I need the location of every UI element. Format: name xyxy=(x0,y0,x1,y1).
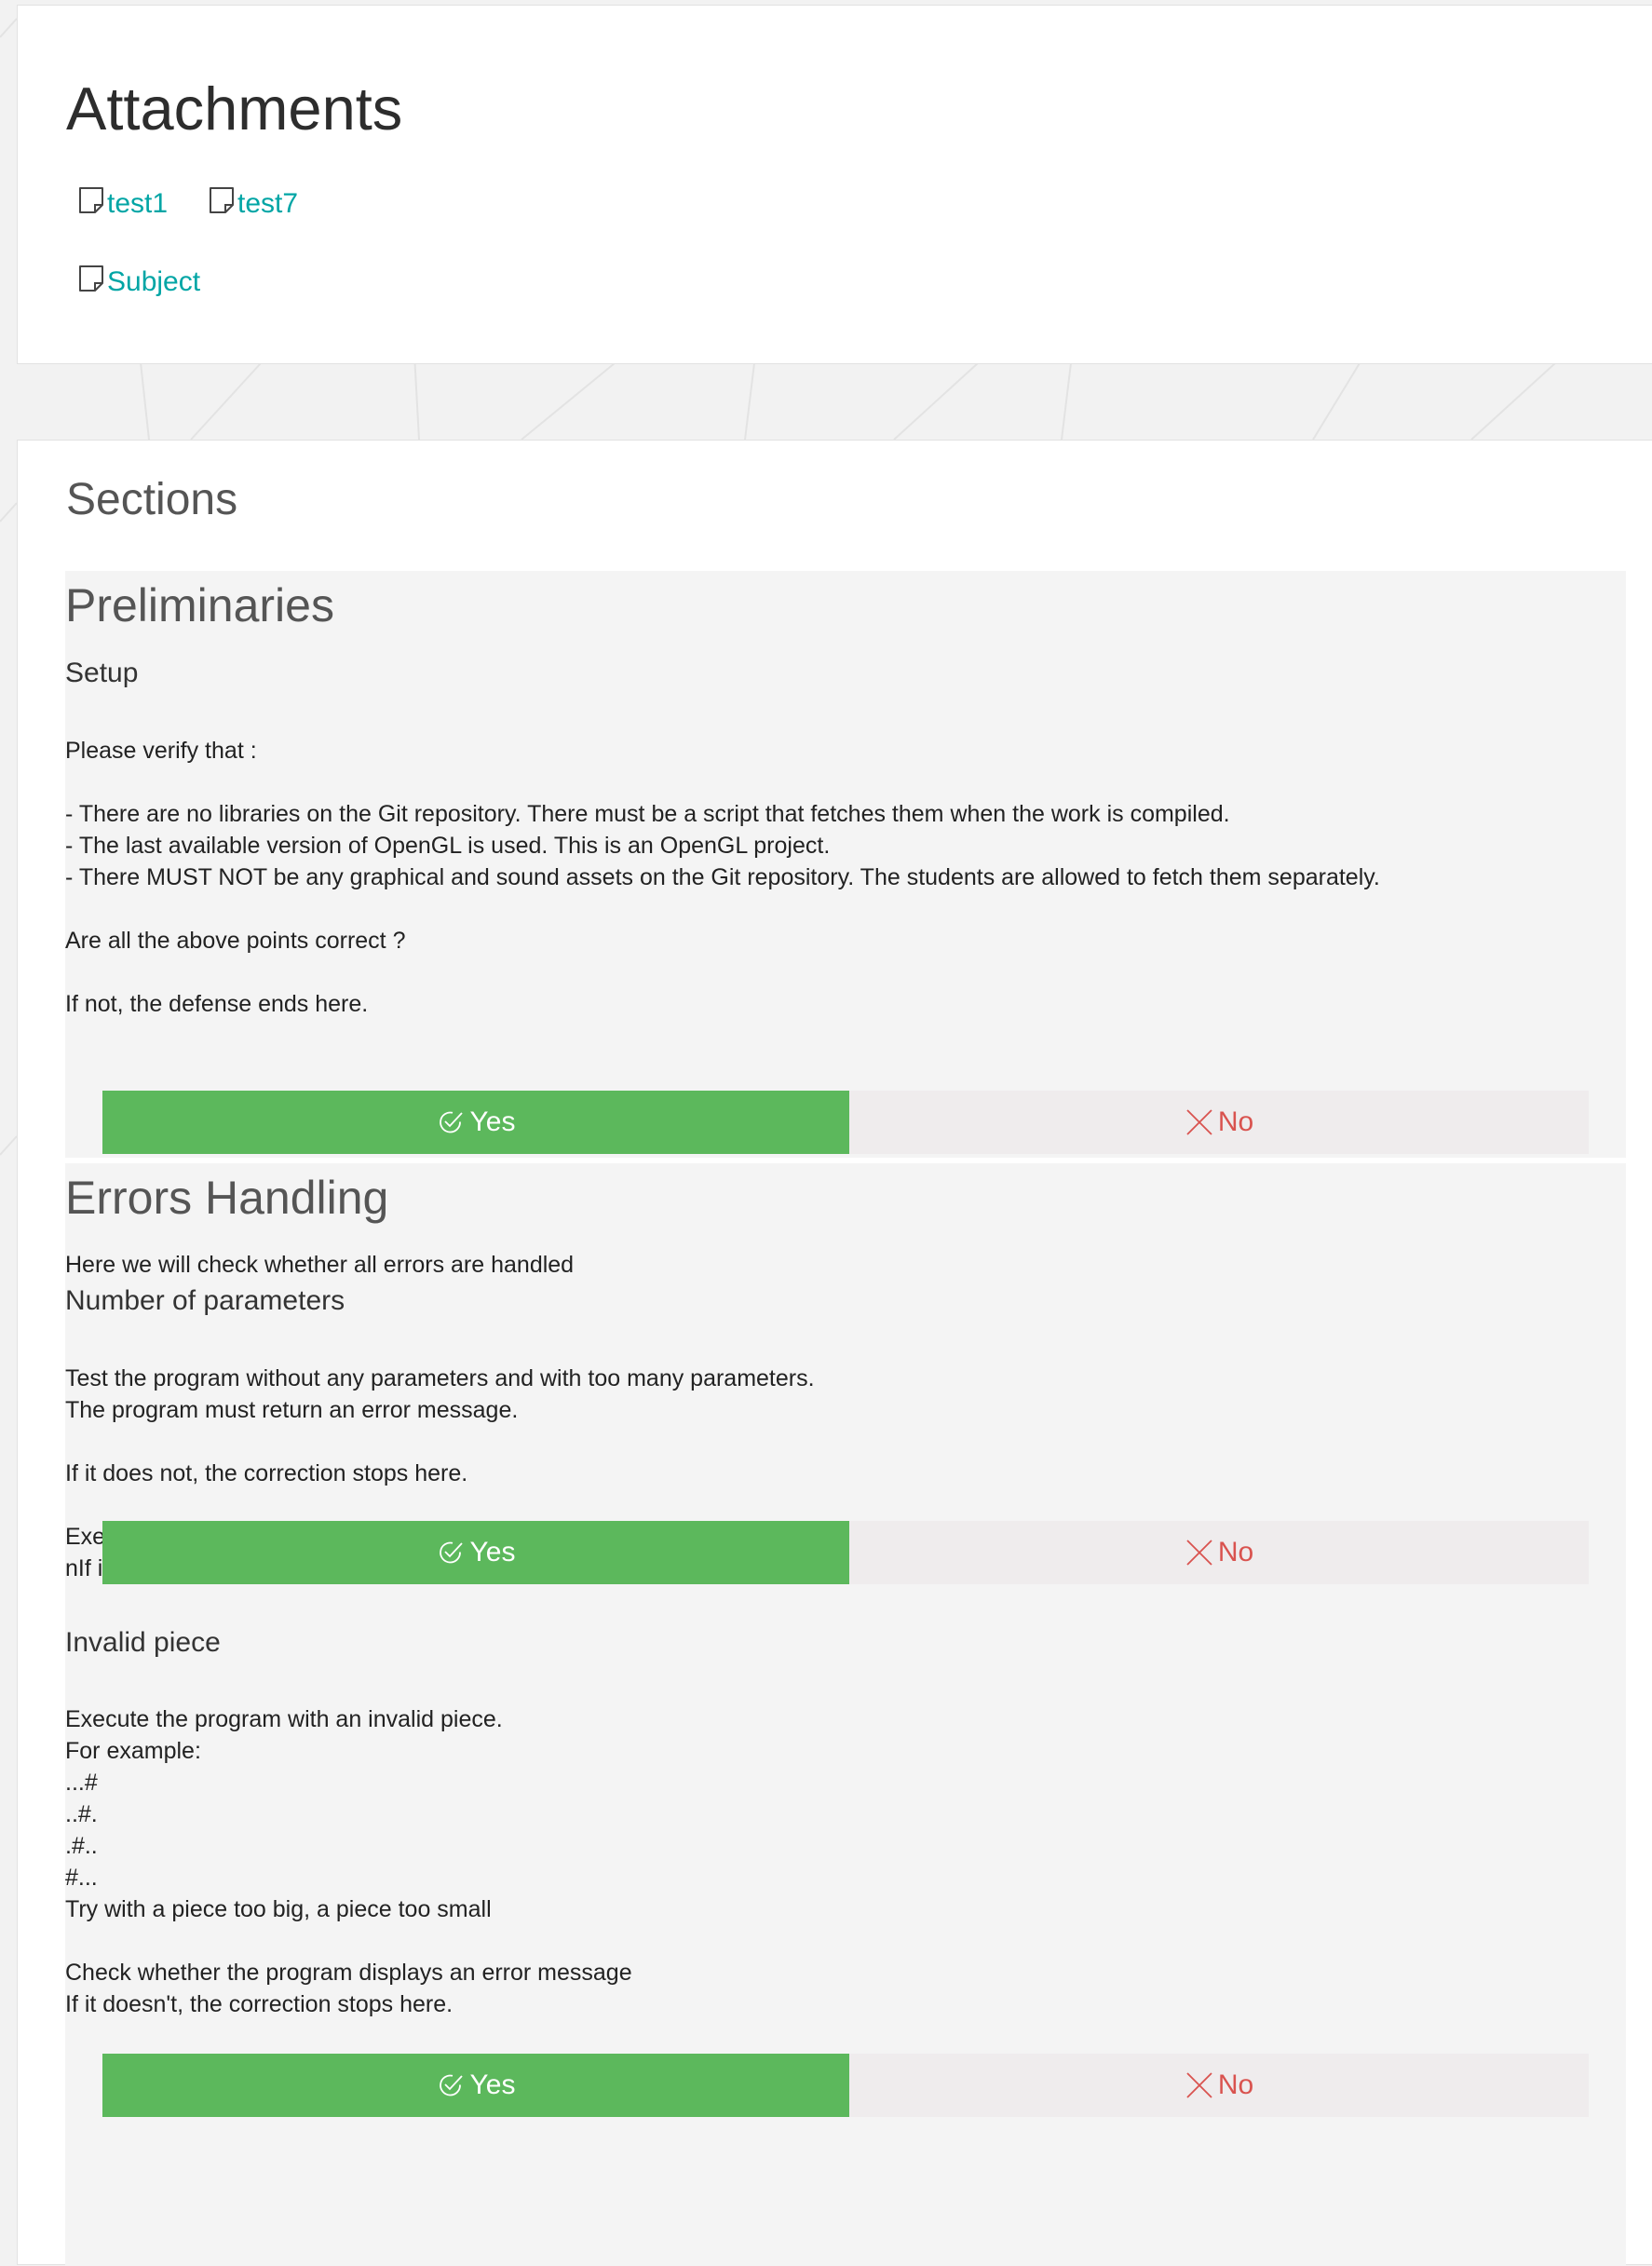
question-description: Execute the program with an invalid piec… xyxy=(65,1706,632,2017)
answer-buttons: Yes No xyxy=(102,1091,1589,1154)
question-title: Invalid piece xyxy=(65,1627,221,1658)
yes-label: Yes xyxy=(469,1106,516,1137)
yes-button[interactable]: Yes xyxy=(102,1521,849,1584)
section-preliminaries: Preliminaries Setup Please verify that :… xyxy=(65,571,1626,1158)
x-icon xyxy=(1186,2072,1212,2098)
no-button[interactable]: No xyxy=(849,1521,1589,1584)
no-button[interactable]: No xyxy=(849,2054,1589,2117)
document-icon xyxy=(79,187,103,213)
document-icon xyxy=(79,265,103,292)
attachments-title: Attachments xyxy=(66,75,403,142)
x-icon xyxy=(1186,1540,1212,1566)
attachment-link-subject[interactable]: Subject xyxy=(78,265,201,298)
yes-label: Yes xyxy=(469,2069,516,2100)
no-label: No xyxy=(1217,1106,1254,1137)
question-title: Setup xyxy=(65,658,139,688)
question-description: Please verify that : - There are no libr… xyxy=(65,738,1380,1017)
section-intro: Here we will check whether all errors ar… xyxy=(65,1252,575,1278)
answer-buttons: Yes No xyxy=(102,2054,1589,2117)
yes-button[interactable]: Yes xyxy=(102,2054,849,2117)
section-heading: Errors Handling xyxy=(65,1172,389,1224)
check-circle-icon xyxy=(439,1111,463,1133)
attachment-link-test7[interactable]: test7 xyxy=(209,187,299,220)
yes-label: Yes xyxy=(469,1537,516,1567)
x-icon xyxy=(1186,1109,1212,1135)
yes-button[interactable]: Yes xyxy=(102,1091,849,1154)
check-circle-icon xyxy=(439,2074,463,2096)
no-label: No xyxy=(1217,1537,1254,1567)
section-errors-handling: Errors Handling Here we will check wheth… xyxy=(65,1163,1626,2266)
document-icon xyxy=(210,187,234,213)
check-circle-icon xyxy=(439,1541,463,1564)
sections-card: Sections Preliminaries Setup Please veri… xyxy=(17,440,1652,2266)
sections-title: Sections xyxy=(66,475,238,524)
attachments-card: Attachments test1 test7 Subject xyxy=(17,5,1652,364)
answer-buttons: Yes No xyxy=(102,1521,1589,1584)
no-button[interactable]: No xyxy=(849,1091,1589,1154)
section-heading: Preliminaries xyxy=(65,579,334,631)
attachment-label: test7 xyxy=(237,188,299,219)
no-label: No xyxy=(1217,2069,1254,2100)
attachment-link-test1[interactable]: test1 xyxy=(78,187,169,220)
question-title: Number of parameters xyxy=(65,1285,345,1316)
attachment-label: Subject xyxy=(107,266,201,297)
attachment-label: test1 xyxy=(107,188,169,219)
